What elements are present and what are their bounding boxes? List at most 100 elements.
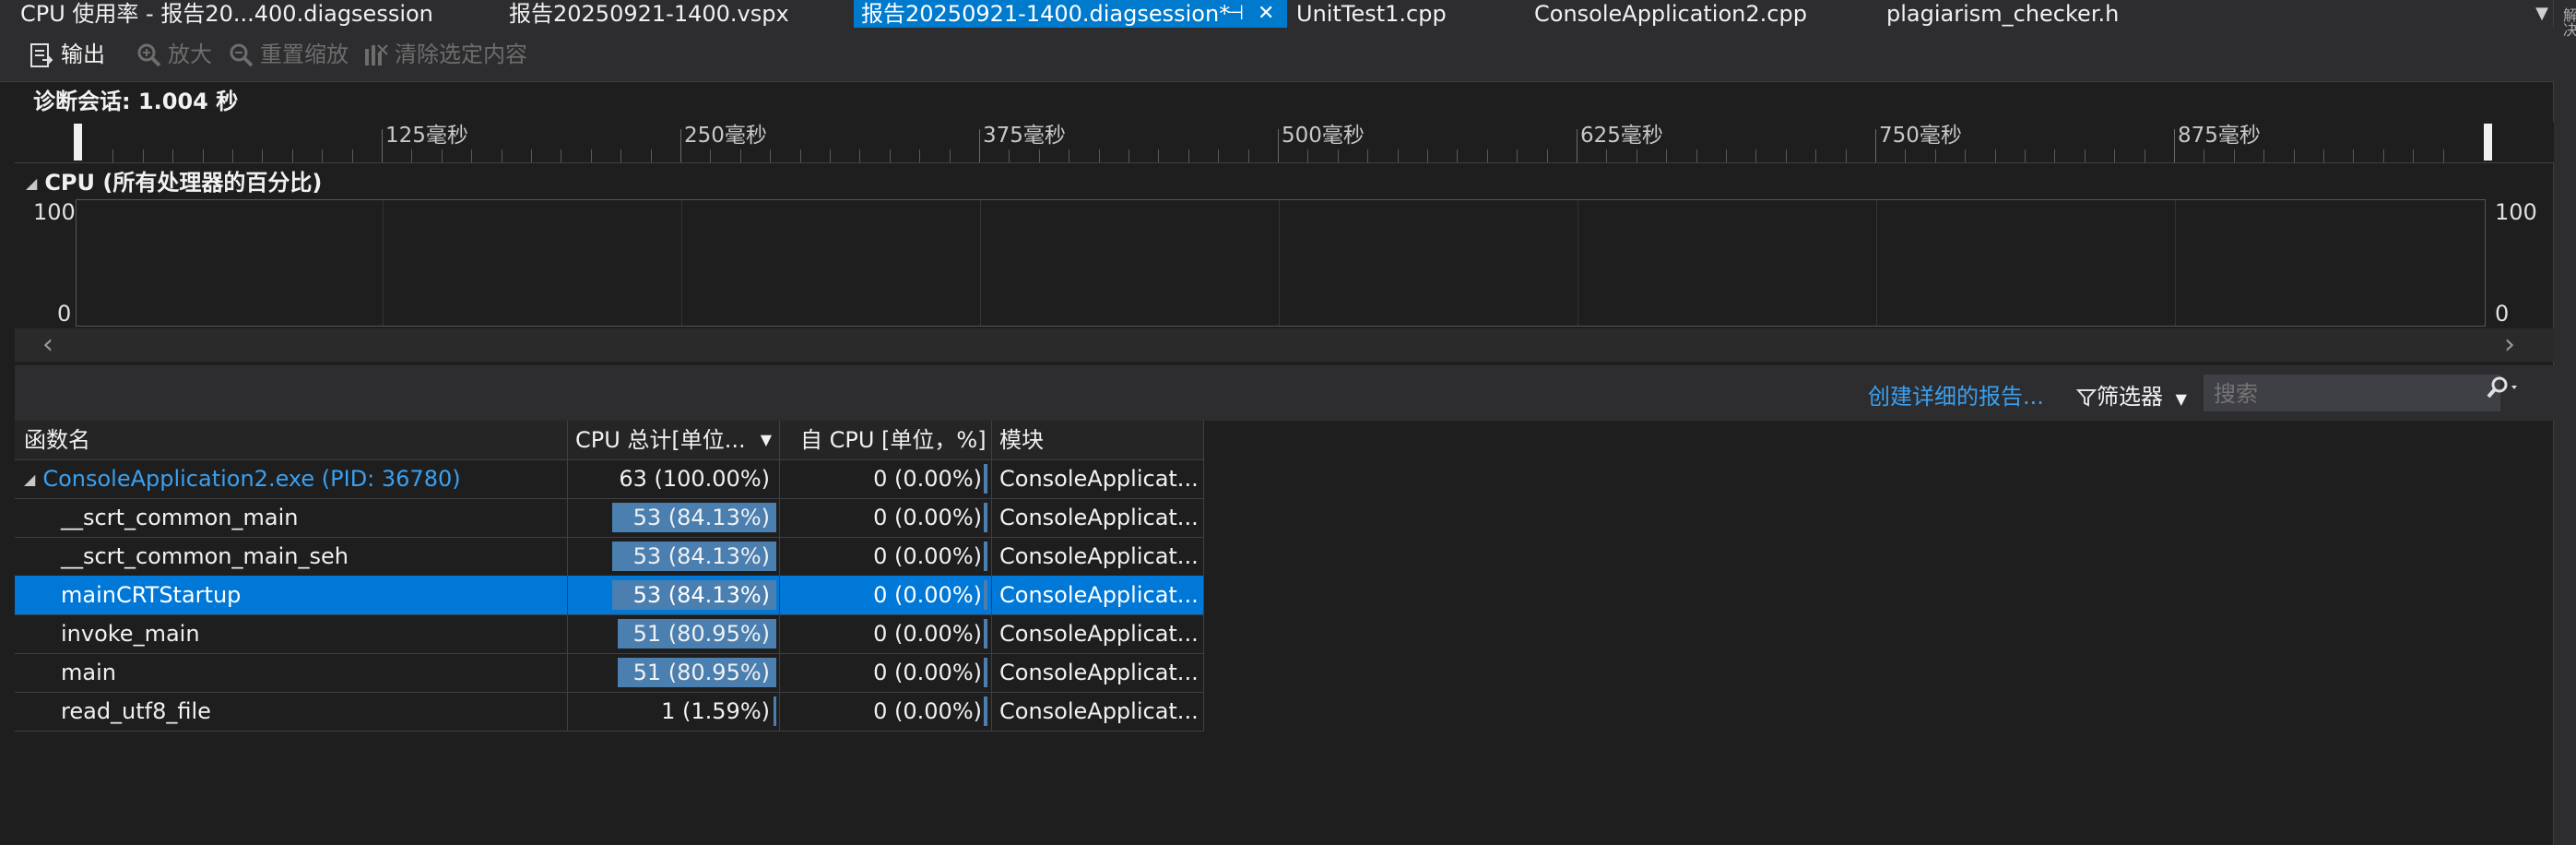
table-row[interactable]: invoke_main 51 (80.95%) 0 (0.00%) ConsoleAp… xyxy=(15,614,1204,654)
tab-diagsession-active[interactable]: 报告20250921-1400.diagsession* ⊣ ✕ xyxy=(854,0,1287,28)
table-row[interactable]: read_utf8_file 1 (1.59%) 0 (0.00%) ConsoleA… xyxy=(15,692,1204,732)
ruler-tick-mark xyxy=(1995,149,1996,162)
search-box[interactable] xyxy=(2204,375,2500,412)
tab-label: 报告20250921-1400.vspx xyxy=(509,1,789,27)
output-button[interactable]: 输出 xyxy=(28,39,105,70)
tab-label: plagiarism_checker.h xyxy=(1886,1,2120,27)
function-name[interactable]: ConsoleApplication2.exe (PID: 36780) xyxy=(42,466,460,492)
ruler-tick-mark xyxy=(203,149,204,162)
table-row[interactable]: __scrt_common_main_seh 53 (84.13%) 0 (0.00… xyxy=(15,537,1204,577)
cpu-total-cell: 53 (84.13%) xyxy=(568,498,780,537)
ruler-tick-label: 125毫秒 xyxy=(385,124,468,148)
timeline-horizontal-scrollbar[interactable]: ‹ › xyxy=(15,328,2554,362)
tab-plagiarism-checker[interactable]: plagiarism_checker.h xyxy=(1886,0,2181,28)
details-toolbar: 创建详细的报告... 筛选器 ▼ xyxy=(15,365,2554,421)
ruler-tick-mark xyxy=(979,129,980,162)
scroll-right-icon[interactable]: › xyxy=(2504,328,2515,362)
cpu-graph-title[interactable]: ◢ CPU (所有处理器的百分比) xyxy=(26,164,322,201)
timeline-ruler[interactable]: 125毫秒 250毫秒 375毫秒 500毫秒 625毫秒 750毫秒 875毫… xyxy=(15,122,2554,163)
ruler-tick-mark xyxy=(471,149,472,162)
self-cpu-bar xyxy=(984,503,987,532)
chevron-down-icon: ▼ xyxy=(2175,390,2187,408)
filter-dropdown-button[interactable]: 筛选器 ▼ xyxy=(2075,378,2187,411)
self-cpu-bar xyxy=(984,619,987,649)
reset-zoom-button[interactable]: 重置缩放 xyxy=(227,39,349,70)
range-start-handle[interactable] xyxy=(74,124,82,161)
zoom-in-label: 放大 xyxy=(168,42,212,67)
table-row[interactable]: main 51 (80.95%) 0 (0.00%) ConsoleApplicat.… xyxy=(15,653,1204,693)
search-icon-glyph xyxy=(2487,376,2517,399)
ruler-tick-mark xyxy=(172,149,173,162)
self-cpu-bar xyxy=(984,464,987,494)
table-row[interactable]: __scrt_common_main 53 (84.13%) 0 (0.00%) Co… xyxy=(15,498,1204,538)
diagnostic-session-duration: 诊断会话: 1.004 秒 xyxy=(33,89,239,114)
module-cell: ConsoleApplicat... xyxy=(992,498,1204,537)
ruler-tick-mark xyxy=(1755,149,1756,162)
self-cpu-value: 0 (0.00%) xyxy=(873,466,982,492)
table-row[interactable]: mainCRTStartup 53 (84.13%) 0 (0.00%) Consol… xyxy=(15,576,1204,615)
ruler-tick-mark xyxy=(1398,149,1399,162)
grid-line xyxy=(1279,200,1280,326)
filter-label: 筛选器 xyxy=(2097,384,2163,410)
ruler-tick-mark xyxy=(2323,149,2324,162)
y-axis-min-right: 0 xyxy=(2495,301,2510,327)
grid-line xyxy=(1876,200,1877,326)
ruler-tick-mark xyxy=(1606,149,1607,162)
ruler-tick-mark xyxy=(1367,149,1368,162)
ruler-tick-mark xyxy=(1577,129,1578,162)
cpu-total-value: 53 (84.13%) xyxy=(632,543,770,569)
ruler-tick-mark xyxy=(2114,149,2115,162)
table-row[interactable]: ◢ ConsoleApplication2.exe (PID: 36780) 63 … xyxy=(15,459,1204,499)
tab-label: CPU 使用率 - 报告20...400.diagsession xyxy=(20,1,433,27)
tab-cpu-usage[interactable]: CPU 使用率 - 报告20...400.diagsession xyxy=(20,0,500,28)
grid-line xyxy=(2175,200,2176,326)
self-cpu-cell: 0 (0.00%) xyxy=(780,692,992,731)
self-cpu-cell: 0 (0.00%) xyxy=(780,614,992,653)
pin-icon[interactable]: ⊣ xyxy=(1226,0,1244,28)
reset-zoom-label: 重置缩放 xyxy=(260,42,349,67)
ruler-tick-mark xyxy=(1786,149,1787,162)
zoom-in-button[interactable]: 放大 xyxy=(135,39,212,70)
cpu-total-value: 51 (80.95%) xyxy=(632,660,770,685)
ruler-tick-mark xyxy=(1099,149,1100,162)
column-header-function-name[interactable]: 函数名 xyxy=(15,421,568,459)
ruler-tick-mark xyxy=(2263,149,2264,162)
column-header-cpu-total[interactable]: CPU 总计[单位... ▼ xyxy=(568,421,780,459)
search-input[interactable] xyxy=(2204,375,2492,412)
tab-unittest[interactable]: UnitTest1.cpp xyxy=(1296,0,1527,28)
self-cpu-bar xyxy=(984,696,987,726)
ruler-tick-mark xyxy=(2383,149,2384,162)
function-name-cell: __scrt_common_main_seh xyxy=(15,537,568,576)
ruler-tick-mark xyxy=(680,129,681,162)
solution-explorer-side-tab[interactable]: 解决 xyxy=(2553,0,2576,845)
self-cpu-bar xyxy=(984,658,987,687)
ruler-tick-mark xyxy=(1009,149,1010,162)
function-name: invoke_main xyxy=(61,621,200,647)
cpu-usage-graph[interactable] xyxy=(76,199,2486,327)
close-icon[interactable]: ✕ xyxy=(1258,0,1274,28)
y-axis-max-left: 100 xyxy=(33,199,76,225)
ruler-tick-mark xyxy=(2353,149,2354,162)
tab-vspx-report[interactable]: 报告20250921-1400.vspx xyxy=(509,0,850,28)
cpu-total-cell: 53 (84.13%) xyxy=(568,576,780,614)
tab-overflow-dropdown-icon[interactable]: ▼ xyxy=(2535,0,2548,28)
function-name: main xyxy=(61,660,116,685)
function-name-cell: ◢ ConsoleApplication2.exe (PID: 36780) xyxy=(15,459,568,498)
scroll-left-icon[interactable]: ‹ xyxy=(42,328,53,362)
search-icon[interactable] xyxy=(2486,376,2523,407)
collapse-triangle-icon[interactable]: ◢ xyxy=(26,165,37,202)
ruler-tick-mark xyxy=(1696,149,1697,162)
range-end-handle[interactable] xyxy=(2484,124,2492,161)
ruler-tick-mark xyxy=(2294,149,2295,162)
ruler-tick-label: 875毫秒 xyxy=(2178,124,2261,148)
collapse-triangle-icon[interactable]: ◢ xyxy=(24,460,35,498)
column-header-self-cpu[interactable]: 自 CPU [单位，%] xyxy=(780,421,992,459)
ruler-tick-mark xyxy=(143,149,144,162)
create-detailed-report-link[interactable]: 创建详细的报告... xyxy=(1868,378,2044,411)
ruler-tick-mark xyxy=(411,149,412,162)
tab-label: 报告20250921-1400.diagsession* xyxy=(861,1,1231,27)
column-header-module[interactable]: 模块 xyxy=(992,421,1204,459)
clear-selection-button[interactable]: 清除选定内容 xyxy=(361,39,527,70)
self-cpu-bar xyxy=(984,580,987,610)
tab-consoleapp-cpp[interactable]: ConsoleApplication2.cpp xyxy=(1534,0,1829,28)
